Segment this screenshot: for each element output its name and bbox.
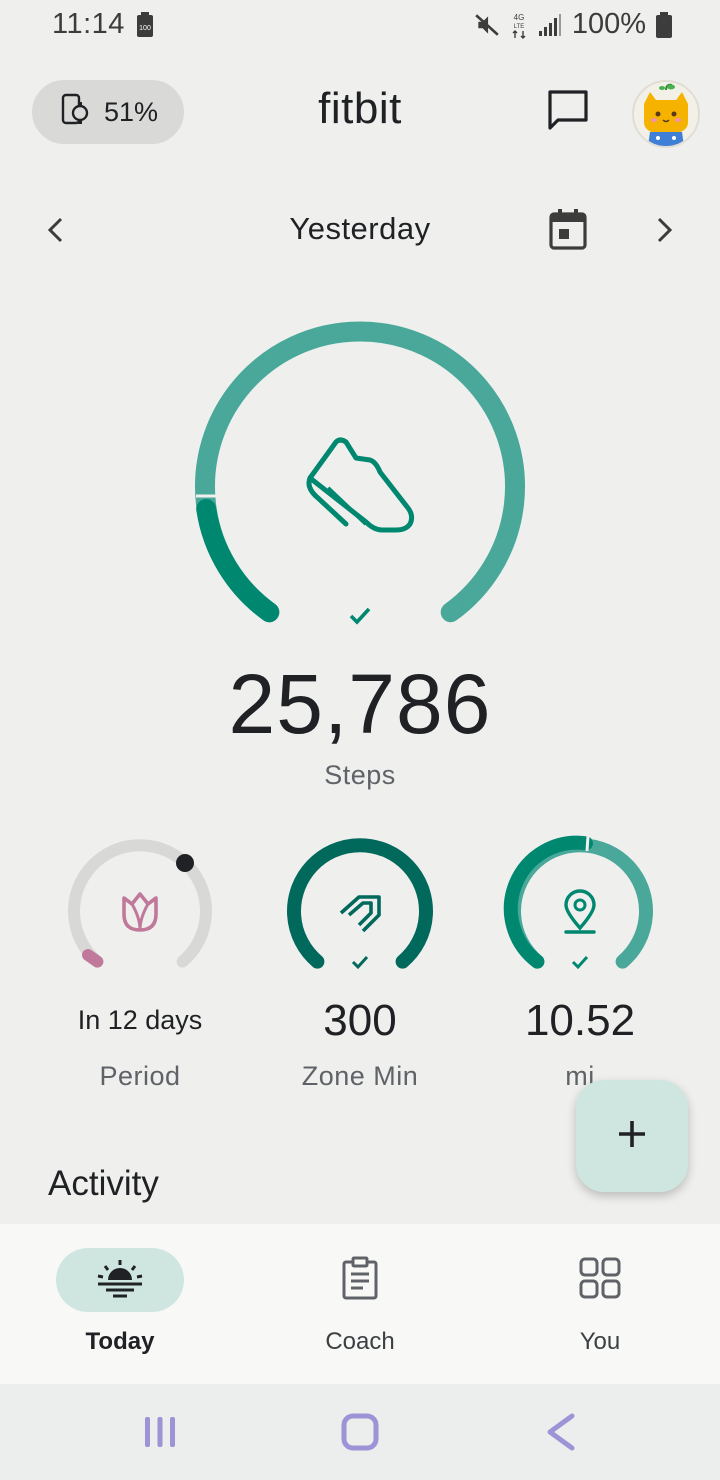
activity-section-title: Activity	[48, 1164, 159, 1203]
distance-value: 10.52	[524, 996, 636, 1045]
signal-icon	[538, 13, 562, 37]
avatar[interactable]	[632, 80, 700, 148]
status-icons: 100 4G LTE 100%	[136, 8, 672, 41]
steps-goal-check-icon	[348, 604, 372, 628]
nav-tab-you[interactable]: You	[480, 1224, 720, 1384]
add-button[interactable]	[576, 1080, 688, 1192]
date-label: Yesterday	[289, 211, 431, 246]
battery-icon	[656, 11, 672, 38]
svg-text:4G: 4G	[513, 13, 524, 22]
steps-value: 25,786	[228, 657, 492, 751]
bottom-navigation: Today Coach You	[0, 1224, 720, 1384]
calendar-icon	[549, 208, 587, 255]
messages-button[interactable]	[544, 88, 592, 136]
messages-icon	[546, 88, 590, 137]
nav-tab-coach[interactable]: Coach	[240, 1224, 480, 1384]
recents-button[interactable]	[130, 1412, 190, 1456]
calendar-button[interactable]	[546, 208, 590, 254]
recents-icon	[142, 1414, 178, 1455]
home-icon	[340, 1412, 380, 1457]
period-value: In 12 days	[77, 1005, 203, 1035]
grid-icon	[578, 1256, 622, 1305]
mute-icon	[474, 12, 500, 38]
plus-icon	[616, 1118, 648, 1155]
steps-label: Steps	[324, 760, 396, 790]
shoe-icon	[300, 432, 420, 552]
tulip-icon	[118, 890, 162, 934]
distance-goal-check-icon	[570, 954, 590, 970]
sunrise-icon	[96, 1258, 144, 1303]
nav-pill-today	[56, 1248, 184, 1312]
back-icon	[542, 1412, 578, 1457]
zone-arrows-icon	[337, 891, 383, 935]
zone-goal-check-icon	[350, 954, 370, 970]
back-button[interactable]	[530, 1412, 590, 1456]
period-label: Period	[99, 1061, 181, 1091]
svg-text:LTE: LTE	[514, 24, 525, 30]
chevron-right-icon	[652, 216, 676, 249]
system-navigation-bar	[0, 1384, 720, 1480]
nav-label-you: You	[579, 1328, 621, 1355]
nav-tab-today[interactable]: Today	[0, 1224, 240, 1384]
location-pin-icon	[562, 888, 598, 936]
nav-label-today: Today	[85, 1328, 155, 1355]
home-button[interactable]	[330, 1412, 390, 1456]
battery-saver-icon: 100	[136, 11, 154, 38]
lte-icon: 4G LTE	[510, 11, 528, 39]
battery-percent: 100%	[571, 8, 646, 40]
zone-minutes-label: Zone Min	[301, 1061, 419, 1091]
nav-pill-coach	[296, 1248, 424, 1312]
nav-pill-you	[536, 1248, 664, 1312]
zone-minutes-value: 300	[323, 996, 397, 1045]
nav-label-coach: Coach	[325, 1328, 395, 1355]
svg-text:100: 100	[139, 25, 151, 32]
status-time: 11:14	[52, 8, 125, 40]
clipboard-icon	[341, 1256, 379, 1305]
next-day-button[interactable]	[644, 212, 684, 252]
app-title: fitbit	[318, 84, 402, 133]
